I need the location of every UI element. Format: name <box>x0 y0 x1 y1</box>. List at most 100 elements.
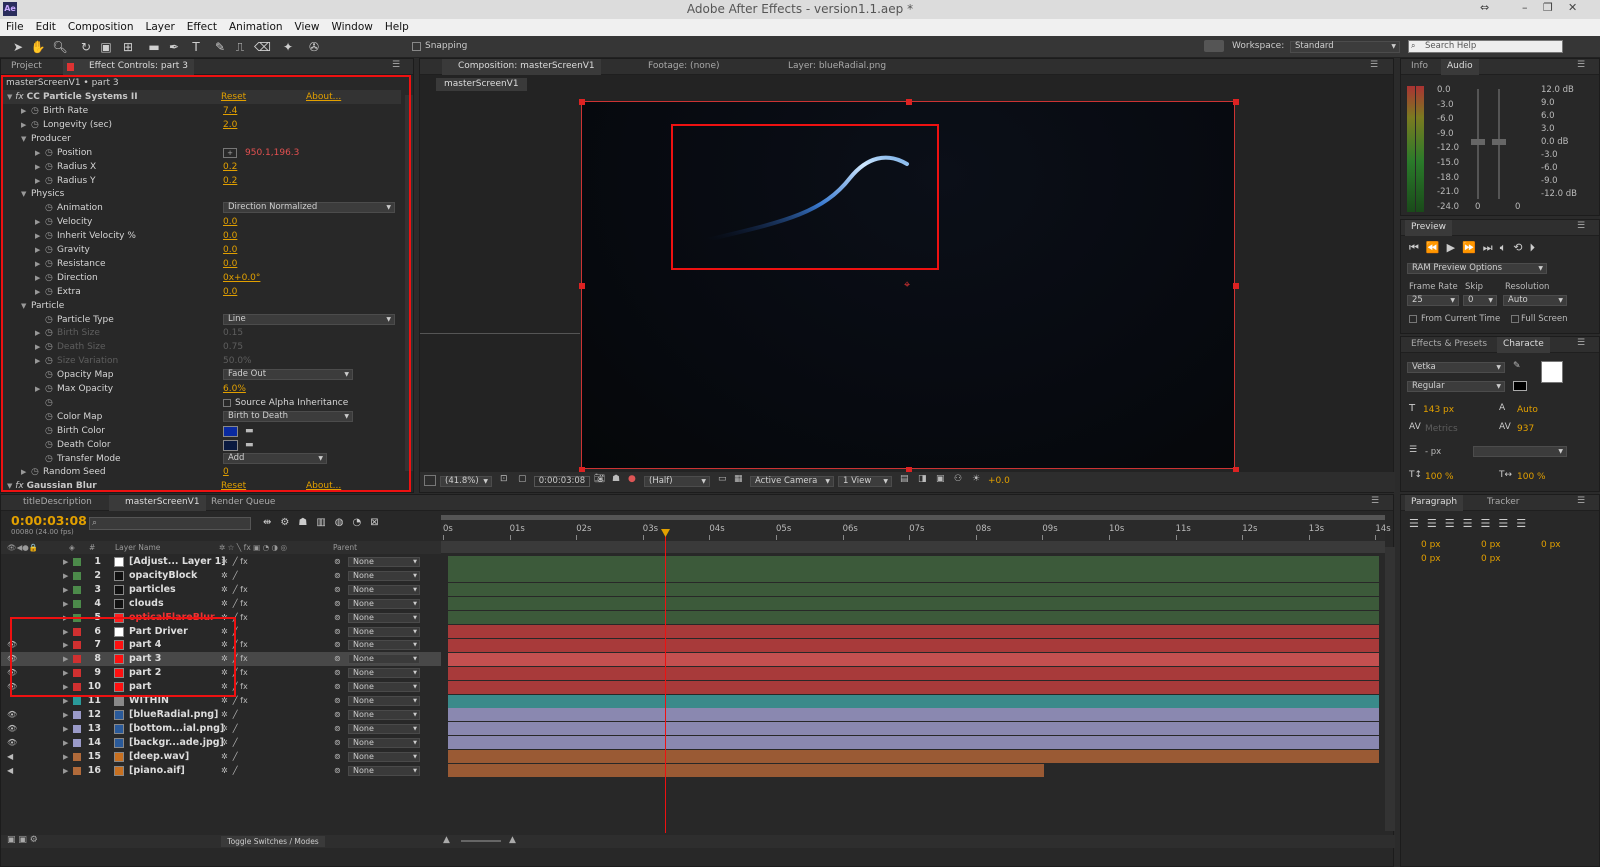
comp-subtab[interactable]: masterScreenV1 <box>436 78 527 91</box>
parent-dropdown[interactable]: None <box>348 723 420 734</box>
layer-label-color[interactable] <box>73 766 81 775</box>
ram-preview-icon[interactable]: ⏵ <box>1530 241 1543 254</box>
layer-switches[interactable]: ✲ ╱ fx <box>221 555 248 569</box>
layer-label-color[interactable] <box>73 585 81 594</box>
menu-help[interactable]: Help <box>379 19 415 33</box>
parent-pickwhip-icon[interactable]: ⊚ <box>334 750 341 764</box>
selection-tool-icon[interactable]: ➤ <box>10 39 26 55</box>
layer-switches[interactable]: ✲ ╱ fx <box>221 583 248 597</box>
space-before-value[interactable]: 0 px <box>1421 554 1441 564</box>
region-of-interest-icon[interactable]: ▭ <box>718 474 727 484</box>
layer-switches[interactable]: ✲ ╱ <box>221 764 238 778</box>
zoom-in-icon[interactable]: ▲ <box>509 835 516 845</box>
layer-name[interactable]: particles <box>129 583 176 597</box>
handle-top-left[interactable] <box>579 99 585 105</box>
pan-behind-tool-icon[interactable]: ⊞ <box>120 39 136 55</box>
snapshot-icon[interactable]: 📷︎ <box>594 474 605 484</box>
stroke-type-dropdown[interactable] <box>1473 446 1567 457</box>
justify-right-icon[interactable]: ☰ <box>1498 517 1516 530</box>
parent-pickwhip-icon[interactable]: ⊚ <box>334 625 341 639</box>
view-layout-dropdown[interactable]: 1 View <box>838 476 892 487</box>
frame-blending-icon[interactable]: ◍ <box>335 517 353 528</box>
layer-row[interactable]: 👁︎ ▶ 13 [bottom...ial.png] ✲ ╱ ⊚ None <box>1 722 441 736</box>
space-after-value[interactable]: 0 px <box>1481 554 1501 564</box>
minimize-icon[interactable]: – <box>1522 1 1528 14</box>
menu-effect[interactable]: Effect <box>181 19 223 33</box>
justify-all-icon[interactable]: ☰ <box>1516 517 1534 530</box>
layer-label-color[interactable] <box>73 752 81 761</box>
text-tool-icon[interactable]: T <box>188 39 204 55</box>
toggle-pixel-aspect-icon[interactable]: ▤ <box>900 474 909 484</box>
layer-expand-icon[interactable]: ▶ <box>63 736 68 750</box>
tab-title-description[interactable]: titleDescription <box>7 495 98 511</box>
tab-paragraph[interactable]: Paragraph <box>1405 495 1464 511</box>
layer-duration-bar[interactable] <box>448 652 1379 666</box>
ram-preview-options[interactable]: RAM Preview Options <box>1407 263 1547 274</box>
tab-master-screen[interactable]: masterScreenV1 <box>109 495 206 511</box>
layer-label-color[interactable] <box>73 571 81 580</box>
timeline-menu-icon[interactable]: ☰ <box>1371 496 1379 506</box>
tab-project[interactable]: Project <box>5 59 48 75</box>
tab-composition[interactable]: Composition: masterScreenV1 <box>442 59 601 75</box>
visibility-toggle-icon[interactable]: 👁︎ <box>7 722 17 736</box>
layer-search-input[interactable] <box>89 517 251 530</box>
layer-row[interactable]: ◀︎ ▶ 16 [piano.aif] ✲ ╱ ⊚ None <box>1 764 441 778</box>
play-icon[interactable]: ▶ <box>1447 241 1462 254</box>
brush-tool-icon[interactable]: ✎ <box>212 39 228 55</box>
layer-row[interactable]: ▶ 1 [Adjust... Layer 1] ✲ ╱ fx ⊚ None <box>1 555 441 569</box>
tab-audio[interactable]: Audio <box>1441 59 1479 75</box>
camera-tool-icon[interactable]: ▣ <box>98 39 114 55</box>
rotate-tool-icon[interactable]: ↻ <box>78 39 94 55</box>
show-snapshot-icon[interactable]: ☗ <box>612 474 620 484</box>
handle-left[interactable] <box>579 283 585 289</box>
layer-name[interactable]: [backgr...ade.jpg] <box>129 736 224 750</box>
layer-switches[interactable]: ✲ ╱ fx <box>221 597 248 611</box>
close-icon[interactable]: ✕ <box>1568 1 1577 14</box>
layer-label-color[interactable] <box>73 710 81 719</box>
layer-switches[interactable]: ✲ ╱ <box>221 750 238 764</box>
layer-expand-icon[interactable]: ▶ <box>63 583 68 597</box>
preview-menu-icon[interactable]: ☰ <box>1577 221 1585 231</box>
font-size-value[interactable]: 143 px <box>1423 405 1454 415</box>
current-time-indicator[interactable] <box>665 531 666 833</box>
full-screen-checkbox[interactable] <box>1511 315 1519 323</box>
live-update-icon[interactable]: ⚙ <box>280 517 298 528</box>
layer-expand-icon[interactable]: ▶ <box>63 569 68 583</box>
layer-duration-bar[interactable] <box>448 708 1379 722</box>
last-frame-icon[interactable]: ⏭ <box>1483 241 1500 254</box>
clone-stamp-tool-icon[interactable]: ⎍ <box>232 39 248 55</box>
layer-label-color[interactable] <box>73 724 81 733</box>
layer-duration-bar[interactable] <box>448 569 1379 583</box>
frame-rate-dropdown[interactable]: 25 <box>1407 295 1459 306</box>
fast-previews-icon[interactable]: ◨ <box>918 474 927 484</box>
align-left-icon[interactable]: ☰ <box>1409 517 1427 530</box>
fill-color-swatch[interactable] <box>1541 361 1563 383</box>
menu-layer[interactable]: Layer <box>140 19 181 33</box>
parent-pickwhip-icon[interactable]: ⊚ <box>334 652 341 666</box>
horizontal-scale-value[interactable]: 100 % <box>1517 472 1546 482</box>
layer-switches[interactable]: ✲ ╱ <box>221 722 238 736</box>
skip-dropdown[interactable]: 0 <box>1463 295 1497 306</box>
parent-dropdown[interactable]: None <box>348 584 420 595</box>
time-ruler[interactable]: 0s 01s 02s 03s 04s 05s 06s 07s 08s 09s 10s 11s 12s 13… <box>441 515 1391 553</box>
layer-label-color[interactable] <box>73 599 81 608</box>
exposure-icon[interactable]: ☀ <box>972 474 980 484</box>
tab-render-queue[interactable]: Render Queue <box>205 495 281 511</box>
resolution-dropdown-preview[interactable]: Auto <box>1503 295 1567 306</box>
layer-name[interactable]: opacityBlock <box>129 569 197 583</box>
first-frame-icon[interactable]: ⏮ <box>1409 241 1426 254</box>
rectangle-tool-icon[interactable]: ▬ <box>146 39 162 55</box>
layer-row[interactable]: 👁︎ ▶ 12 [blueRadial.png] ✲ ╱ ⊚ None <box>1 708 441 722</box>
parent-dropdown[interactable]: None <box>348 751 420 762</box>
parent-pickwhip-icon[interactable]: ⊚ <box>334 555 341 569</box>
layer-duration-bar[interactable] <box>448 638 1379 652</box>
resolution-dropdown[interactable]: (Half) <box>644 476 710 487</box>
handle-top[interactable] <box>906 99 912 105</box>
layer-expand-icon[interactable]: ▶ <box>63 555 68 569</box>
zoom-dropdown[interactable]: (41.8%) <box>440 476 492 487</box>
layer-duration-bar[interactable] <box>448 694 1379 708</box>
parent-pickwhip-icon[interactable]: ⊚ <box>334 638 341 652</box>
parent-dropdown[interactable]: None <box>348 682 420 693</box>
pen-tool-icon[interactable]: ✒ <box>166 39 182 55</box>
layer-duration-bar[interactable] <box>448 680 1379 694</box>
